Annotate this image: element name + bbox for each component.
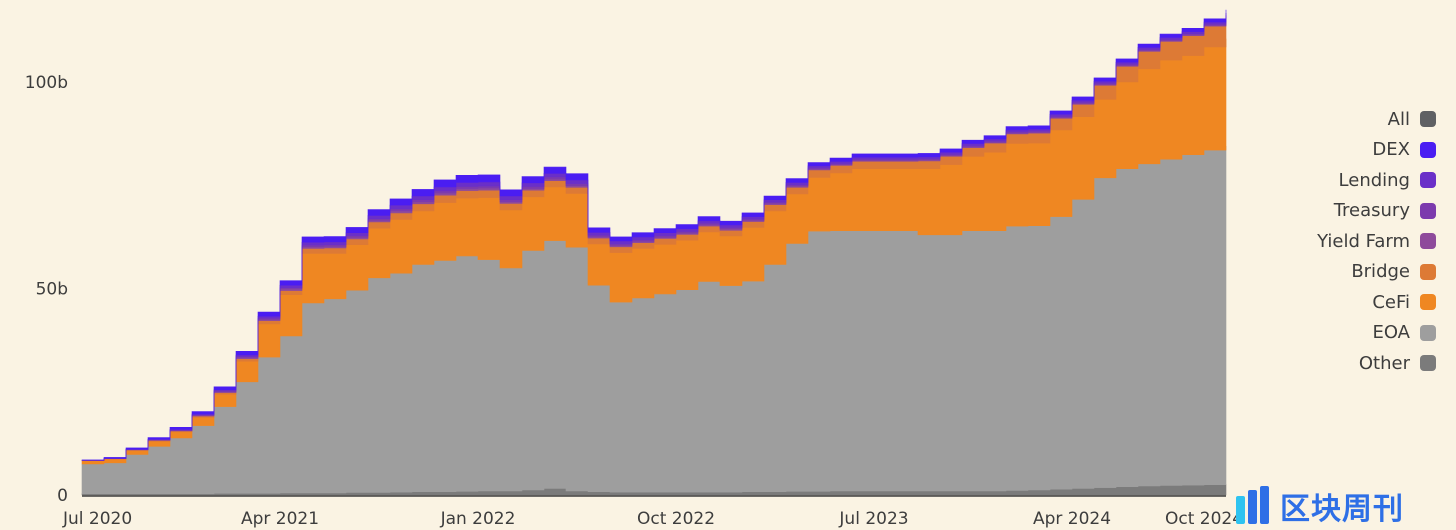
x-tick-label: Jul 2020: [62, 509, 132, 529]
legend-item-lending[interactable]: Lending: [1317, 165, 1436, 196]
legend-label: DEX: [1372, 139, 1410, 161]
y-axis-ticks: 0 50b 100b: [25, 73, 68, 506]
legend-swatch-icon: [1420, 294, 1436, 311]
legend-label: Yield Farm: [1317, 230, 1410, 252]
legend-item-bridge[interactable]: Bridge: [1317, 257, 1436, 288]
legend: All DEX Lending Treasury Yield Farm Bridge CeF…: [1317, 104, 1436, 379]
y-tick-label: 0: [57, 486, 68, 506]
x-tick-label: Oct 2022: [637, 509, 715, 529]
watermark-text: 区块周刊: [1280, 492, 1404, 527]
x-tick-label: Jan 2022: [440, 509, 516, 529]
legend-label: Treasury: [1333, 200, 1410, 222]
legend-swatch-icon: [1420, 355, 1436, 372]
y-tick-label: 50b: [36, 280, 68, 300]
legend-label: Other: [1358, 352, 1410, 374]
x-axis-ticks: Jul 2020 Apr 2021 Jan 2022 Oct 2022 Jul 2023…: [62, 509, 1243, 529]
legend-item-yield-farm[interactable]: Yield Farm: [1317, 226, 1436, 257]
legend-item-treasury[interactable]: Treasury: [1317, 196, 1436, 227]
legend-swatch-icon: [1420, 324, 1436, 341]
legend-item-cefi[interactable]: CeFi: [1317, 287, 1436, 318]
legend-label: CeFi: [1372, 291, 1410, 313]
legend-swatch-icon: [1420, 141, 1436, 158]
legend-label: Bridge: [1351, 261, 1410, 283]
watermark: 区块周刊: [1236, 484, 1404, 528]
x-tick-label: Apr 2024: [1033, 509, 1111, 529]
legend-swatch-icon: [1420, 172, 1436, 189]
legend-label: Lending: [1338, 169, 1410, 191]
legend-swatch-icon: [1420, 263, 1436, 280]
legend-item-other[interactable]: Other: [1317, 348, 1436, 379]
legend-item-eoa[interactable]: EOA: [1317, 318, 1436, 349]
legend-item-all[interactable]: All: [1317, 104, 1436, 135]
legend-swatch-icon: [1420, 233, 1436, 250]
legend-swatch-icon: [1420, 111, 1436, 128]
x-tick-label: Oct 2024: [1165, 509, 1243, 529]
x-tick-label: Apr 2021: [241, 509, 319, 529]
legend-swatch-icon: [1420, 202, 1436, 219]
stacked-area-chart: 0 50b 100b Jul 2020 Apr 2021 Jan 2022 Oct 202…: [25, 9, 1243, 529]
legend-label: EOA: [1372, 322, 1410, 344]
area-layers: [81, 9, 1227, 496]
y-tick-label: 100b: [25, 73, 68, 93]
legend-label: All: [1387, 108, 1410, 130]
legend-item-dex[interactable]: DEX: [1317, 135, 1436, 166]
x-tick-label: Jul 2023: [838, 509, 908, 529]
watermark-logo-icon: [1236, 486, 1272, 526]
